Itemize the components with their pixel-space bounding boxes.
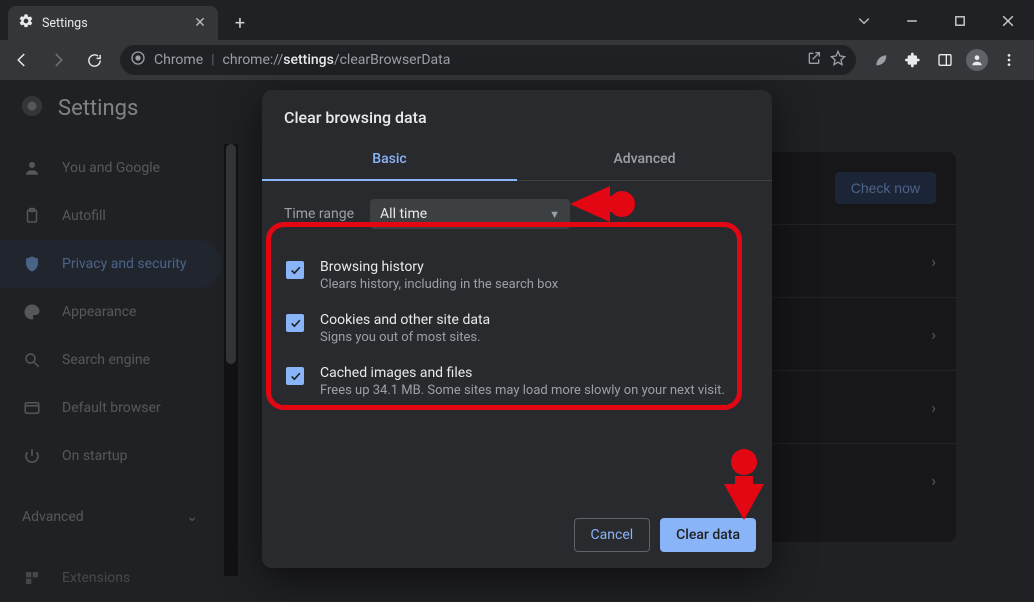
clipboard-icon — [22, 207, 42, 225]
sidebar-item-extensions[interactable]: Extensions — [0, 554, 222, 602]
sidebar-item-autofill[interactable]: Autofill — [0, 192, 222, 240]
sidebar-item-label: You and Google — [62, 160, 160, 176]
kebab-menu-icon[interactable] — [994, 45, 1024, 75]
browser-tab[interactable]: Settings ✕ — [8, 6, 218, 40]
url-host: Chrome — [154, 52, 203, 68]
sidebar-item-label: Extensions — [62, 570, 130, 586]
extensions-icon[interactable] — [898, 45, 928, 75]
extensions-icon — [22, 570, 42, 586]
shield-icon — [22, 255, 42, 273]
reload-button[interactable] — [78, 44, 110, 76]
minimize-button[interactable] — [890, 6, 934, 36]
forward-button[interactable] — [42, 44, 74, 76]
clear-browsing-data-dialog: Clear browsing data Basic Advanced Time … — [262, 90, 772, 568]
chrome-logo-icon — [20, 94, 44, 122]
url-scheme: chrome:// — [223, 52, 284, 68]
share-icon[interactable] — [806, 50, 822, 70]
browser-icon — [22, 399, 42, 417]
settings-sidebar: You and Google Autofill Privacy and secu… — [0, 80, 238, 576]
sidebar-item-label: Autofill — [62, 208, 106, 224]
sidebar-item-label: Privacy and security — [62, 256, 186, 272]
sidebar-scrollbar[interactable] — [224, 144, 238, 576]
chevron-right-icon: › — [931, 325, 936, 344]
checkbox-checked[interactable] — [286, 314, 304, 332]
checkbox-checked[interactable] — [286, 261, 304, 279]
tab-title: Settings — [42, 16, 184, 31]
profile-avatar[interactable] — [962, 45, 992, 75]
bookmark-icon[interactable] — [830, 50, 846, 70]
dialog-title: Clear browsing data — [262, 90, 772, 137]
browser-toolbar: Chrome | chrome://settings/clearBrowserD… — [0, 40, 1034, 80]
item-title: Browsing history — [320, 259, 558, 275]
new-tab-button[interactable]: + — [226, 9, 254, 37]
chrome-info-icon — [130, 50, 146, 70]
time-range-value: All time — [380, 206, 427, 222]
sidebar-item-default-browser[interactable]: Default browser — [0, 384, 222, 432]
sidebar-item-label: On startup — [62, 448, 128, 464]
address-bar[interactable]: Chrome | chrome://settings/clearBrowserD… — [120, 45, 856, 75]
tab-advanced[interactable]: Advanced — [517, 137, 772, 180]
dialog-actions: Cancel Clear data — [574, 518, 756, 552]
search-icon — [22, 351, 42, 369]
url-path-bold: settings — [283, 52, 334, 68]
chevron-right-icon: › — [931, 471, 936, 490]
checkbox-checked[interactable] — [286, 367, 304, 385]
close-window-button[interactable] — [986, 6, 1030, 36]
time-range-select[interactable]: All time ▼ — [370, 199, 570, 229]
time-range-row: Time range All time ▼ — [262, 181, 772, 239]
sidebar-item-on-startup[interactable]: On startup — [0, 432, 222, 480]
chevron-down-icon[interactable] — [842, 6, 886, 36]
sidebar-advanced-label: Advanced — [22, 509, 84, 525]
url-path-rest: /clearBrowserData — [334, 52, 451, 68]
check-now-button[interactable]: Check now — [835, 172, 936, 204]
item-title: Cached images and files — [320, 365, 725, 381]
item-subtitle: Signs you out of most sites. — [320, 330, 490, 345]
gear-icon — [18, 13, 34, 33]
titlebar: Settings ✕ + — [0, 0, 1034, 40]
item-title: Cookies and other site data — [320, 312, 490, 328]
maximize-button[interactable] — [938, 6, 982, 36]
chevron-right-icon: › — [931, 252, 936, 271]
sidebar-item-label: Default browser — [62, 400, 161, 416]
back-button[interactable] — [6, 44, 38, 76]
item-cookies[interactable]: Cookies and other site data Signs you ou… — [280, 302, 758, 355]
close-tab-icon[interactable]: ✕ — [192, 15, 208, 31]
sidebar-item-search-engine[interactable]: Search engine — [0, 336, 222, 384]
time-range-label: Time range — [284, 206, 354, 222]
toolbar-right — [866, 45, 1028, 75]
item-cached[interactable]: Cached images and files Frees up 34.1 MB… — [280, 355, 758, 408]
window-controls — [842, 6, 1034, 40]
sidebar-item-privacy-security[interactable]: Privacy and security — [0, 240, 222, 288]
page-title: Settings — [58, 96, 138, 121]
sidepanel-icon[interactable] — [930, 45, 960, 75]
power-icon — [22, 447, 42, 465]
chevron-down-icon: ⌄ — [186, 509, 198, 525]
clear-data-button[interactable]: Clear data — [660, 518, 756, 552]
item-subtitle: Frees up 34.1 MB. Some sites may load mo… — [320, 383, 725, 398]
tab-basic[interactable]: Basic — [262, 137, 517, 180]
palette-icon — [22, 303, 42, 321]
item-subtitle: Clears history, including in the search … — [320, 277, 558, 292]
dialog-items: Browsing history Clears history, includi… — [262, 239, 772, 418]
person-icon — [22, 159, 42, 177]
sidebar-item-label: Search engine — [62, 352, 150, 368]
cancel-button[interactable]: Cancel — [574, 518, 651, 552]
dialog-tabs: Basic Advanced — [262, 137, 772, 181]
sidebar-item-appearance[interactable]: Appearance — [0, 288, 222, 336]
chevron-down-icon: ▼ — [549, 208, 560, 221]
sidebar-advanced-toggle[interactable]: Advanced ⌄ — [0, 493, 238, 541]
chevron-right-icon: › — [931, 398, 936, 417]
leaf-icon[interactable] — [866, 45, 896, 75]
item-browsing-history[interactable]: Browsing history Clears history, includi… — [280, 249, 758, 302]
sidebar-item-label: Appearance — [62, 304, 136, 320]
sidebar-item-you-and-google[interactable]: You and Google — [0, 144, 222, 192]
